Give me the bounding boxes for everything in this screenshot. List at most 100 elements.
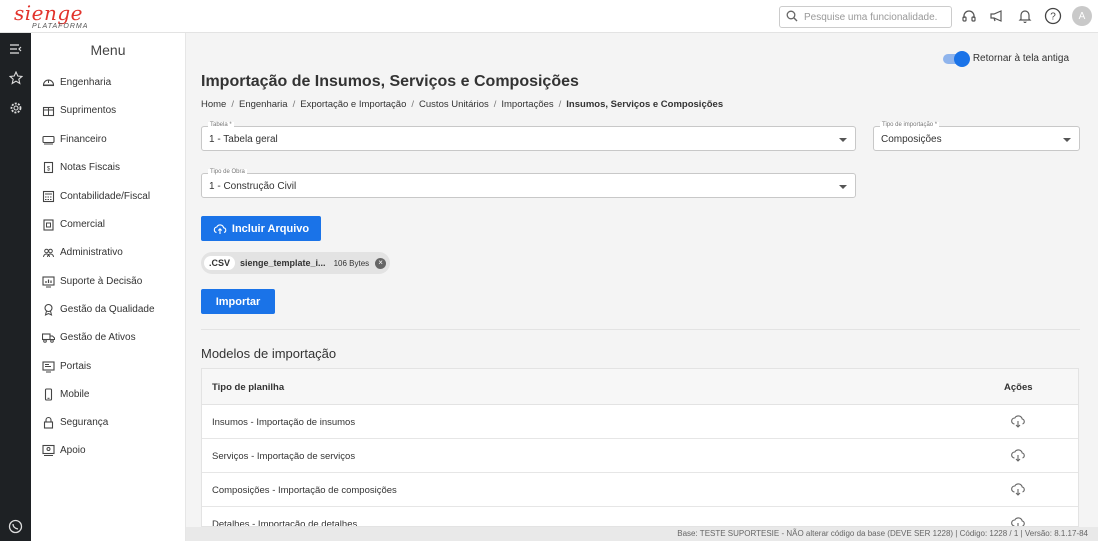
row-label: Composições - Importação de composições: [212, 485, 397, 496]
logo-text: sienge: [14, 1, 84, 25]
people-icon: [41, 245, 55, 259]
cloud-upload-icon: [213, 223, 227, 235]
cloud-download-icon[interactable]: [1010, 447, 1026, 463]
sidebar-item-contabilidade[interactable]: Contabilidade/Fiscal: [41, 188, 150, 204]
models-table: Tipo de planilha Ações Insumos - Importa…: [201, 368, 1079, 527]
table-row: Detalhes - Importação de detalhes: [202, 507, 1078, 527]
chart-icon: [41, 274, 55, 288]
gear-icon[interactable]: [8, 100, 23, 115]
breadcrumb: Home / Engenharia / Exportação e Importaçã…: [201, 99, 724, 110]
breadcrumb-custos[interactable]: Custos Unitários: [419, 99, 489, 110]
star-icon[interactable]: [8, 70, 23, 85]
sidebar-item-seguranca[interactable]: Segurança: [41, 414, 108, 430]
truck-icon: [41, 330, 55, 344]
sidebar-item-label: Gestão de Ativos: [60, 331, 136, 343]
portal-icon: [41, 359, 55, 373]
chevron-down-icon: [839, 185, 847, 189]
row-label: Insumos - Importação de insumos: [212, 417, 356, 428]
divider: [201, 329, 1080, 330]
tipo-obra-label: Tipo de Obra: [208, 169, 247, 175]
logo-subtitle: PLATAFORMA: [32, 23, 89, 30]
file-chip: .CSV sienge_template_i... 106 Bytes ×: [201, 252, 391, 274]
cloud-download-icon[interactable]: [1010, 413, 1026, 429]
sidebar-item-gestao-ativos[interactable]: Gestão de Ativos: [41, 329, 136, 345]
sidebar-item-gestao-qualidade[interactable]: Gestão da Qualidade: [41, 301, 155, 317]
tipo-obra-select[interactable]: Tipo de Obra 1 - Construção Civil: [201, 169, 856, 198]
table-header: Tipo de planilha Ações: [202, 369, 1078, 405]
tipo-importacao-value: Composições: [881, 134, 942, 145]
old-screen-toggle[interactable]: Retornar à tela antiga: [942, 50, 1069, 67]
search-input[interactable]: [804, 11, 944, 23]
avatar[interactable]: A: [1072, 6, 1092, 26]
breadcrumb-exportacao[interactable]: Exportação e Importação: [300, 99, 406, 110]
breadcrumb-importacoes[interactable]: Importações: [501, 99, 553, 110]
support-icon: [41, 443, 55, 457]
chevron-down-icon: [839, 138, 847, 142]
tabela-label: Tabela *: [208, 122, 234, 128]
award-icon: [41, 302, 55, 316]
sidebar-item-financeiro[interactable]: Financeiro: [41, 131, 107, 147]
box-icon: [41, 103, 55, 117]
logo[interactable]: sienge PLATAFORMA: [14, 3, 88, 30]
sidebar-item-label: Comercial: [60, 218, 106, 230]
toggle-label: Retornar à tela antiga: [972, 53, 1069, 64]
remove-file-icon[interactable]: ×: [375, 257, 387, 269]
sidebar-item-label: Suprimentos: [60, 104, 117, 116]
models-section-title: Modelos de importação: [201, 346, 337, 361]
top-bar: sienge PLATAFORMA ? A: [0, 0, 1098, 33]
tipo-importacao-select[interactable]: Tipo de importação * Composições: [873, 122, 1080, 151]
megaphone-icon[interactable]: [988, 7, 1006, 25]
sidebar-item-label: Administrativo: [60, 246, 123, 258]
cloud-download-icon[interactable]: [1010, 481, 1026, 497]
include-file-button[interactable]: Incluir Arquivo: [201, 216, 321, 241]
sidebar-item-label: Notas Fiscais: [60, 161, 121, 173]
breadcrumb-home[interactable]: Home: [201, 99, 226, 110]
sidebar-item-label: Segurança: [60, 416, 109, 428]
include-file-label: Incluir Arquivo: [231, 222, 310, 235]
sidebar-item-suprimentos[interactable]: Suprimentos: [41, 102, 116, 118]
sidebar-item-notas-fiscais[interactable]: $ Notas Fiscais: [41, 159, 120, 175]
table-row: Composições - Importação de composições: [202, 473, 1078, 507]
headset-icon[interactable]: [960, 7, 978, 25]
invoice-icon: $: [41, 160, 55, 174]
main-content: Retornar à tela antiga Importação de Ins…: [186, 33, 1098, 527]
svg-text:$: $: [46, 166, 50, 172]
sidebar-item-comercial[interactable]: Comercial: [41, 216, 105, 232]
file-extension-badge: .CSV: [204, 256, 236, 270]
cloud-download-icon[interactable]: [1010, 515, 1026, 526]
sidebar-item-mobile[interactable]: Mobile: [41, 386, 89, 402]
import-button[interactable]: Importar: [201, 289, 275, 314]
sidebar-item-label: Apoio: [60, 444, 86, 456]
help-icon[interactable]: ?: [1044, 7, 1062, 25]
breadcrumb-current: Insumos, Serviços e Composições: [566, 99, 724, 110]
sidebar-item-apoio[interactable]: Apoio: [41, 442, 86, 458]
whatsapp-icon[interactable]: [8, 519, 23, 534]
sidebar-item-portais[interactable]: Portais: [41, 358, 91, 374]
sidebar-item-administrativo[interactable]: Administrativo: [41, 244, 123, 260]
file-size: 106 Bytes: [333, 258, 370, 268]
page-title: Importação de Insumos, Serviços e Compos…: [201, 73, 579, 90]
table-row: Insumos - Importação de insumos: [202, 405, 1078, 439]
sidebar-item-label: Financeiro: [60, 133, 107, 145]
row-label: Serviços - Importação de serviços: [212, 451, 356, 462]
import-button-label: Importar: [215, 295, 261, 308]
left-rail: [0, 33, 31, 541]
money-icon: [41, 132, 55, 146]
header-tipo-planilha: Tipo de planilha: [212, 382, 285, 393]
header-acoes: Ações: [1004, 382, 1033, 393]
breadcrumb-engenharia[interactable]: Engenharia: [239, 99, 288, 110]
menu-title: Menu: [90, 42, 126, 58]
tabela-select[interactable]: Tabela * 1 - Tabela geral: [201, 122, 856, 151]
tipo-importacao-label: Tipo de importação *: [880, 122, 940, 128]
menu-toggle-icon[interactable]: [8, 41, 23, 56]
status-bar: Base: TESTE SUPORTESIE - NÃO alterar cód…: [186, 527, 1098, 541]
sidebar-item-suporte-decisao[interactable]: Suporte à Decisão: [41, 273, 142, 289]
toggle-switch[interactable]: [942, 50, 970, 67]
sidebar-item-label: Contabilidade/Fiscal: [60, 190, 151, 202]
row-label: Detalhes - Importação de detalhes: [212, 519, 358, 527]
calculator-icon: [41, 189, 55, 203]
sidebar-item-engenharia[interactable]: Engenharia: [41, 74, 111, 90]
search-box[interactable]: [779, 6, 952, 28]
bell-icon[interactable]: [1016, 7, 1034, 25]
table-row: Serviços - Importação de serviços: [202, 439, 1078, 473]
